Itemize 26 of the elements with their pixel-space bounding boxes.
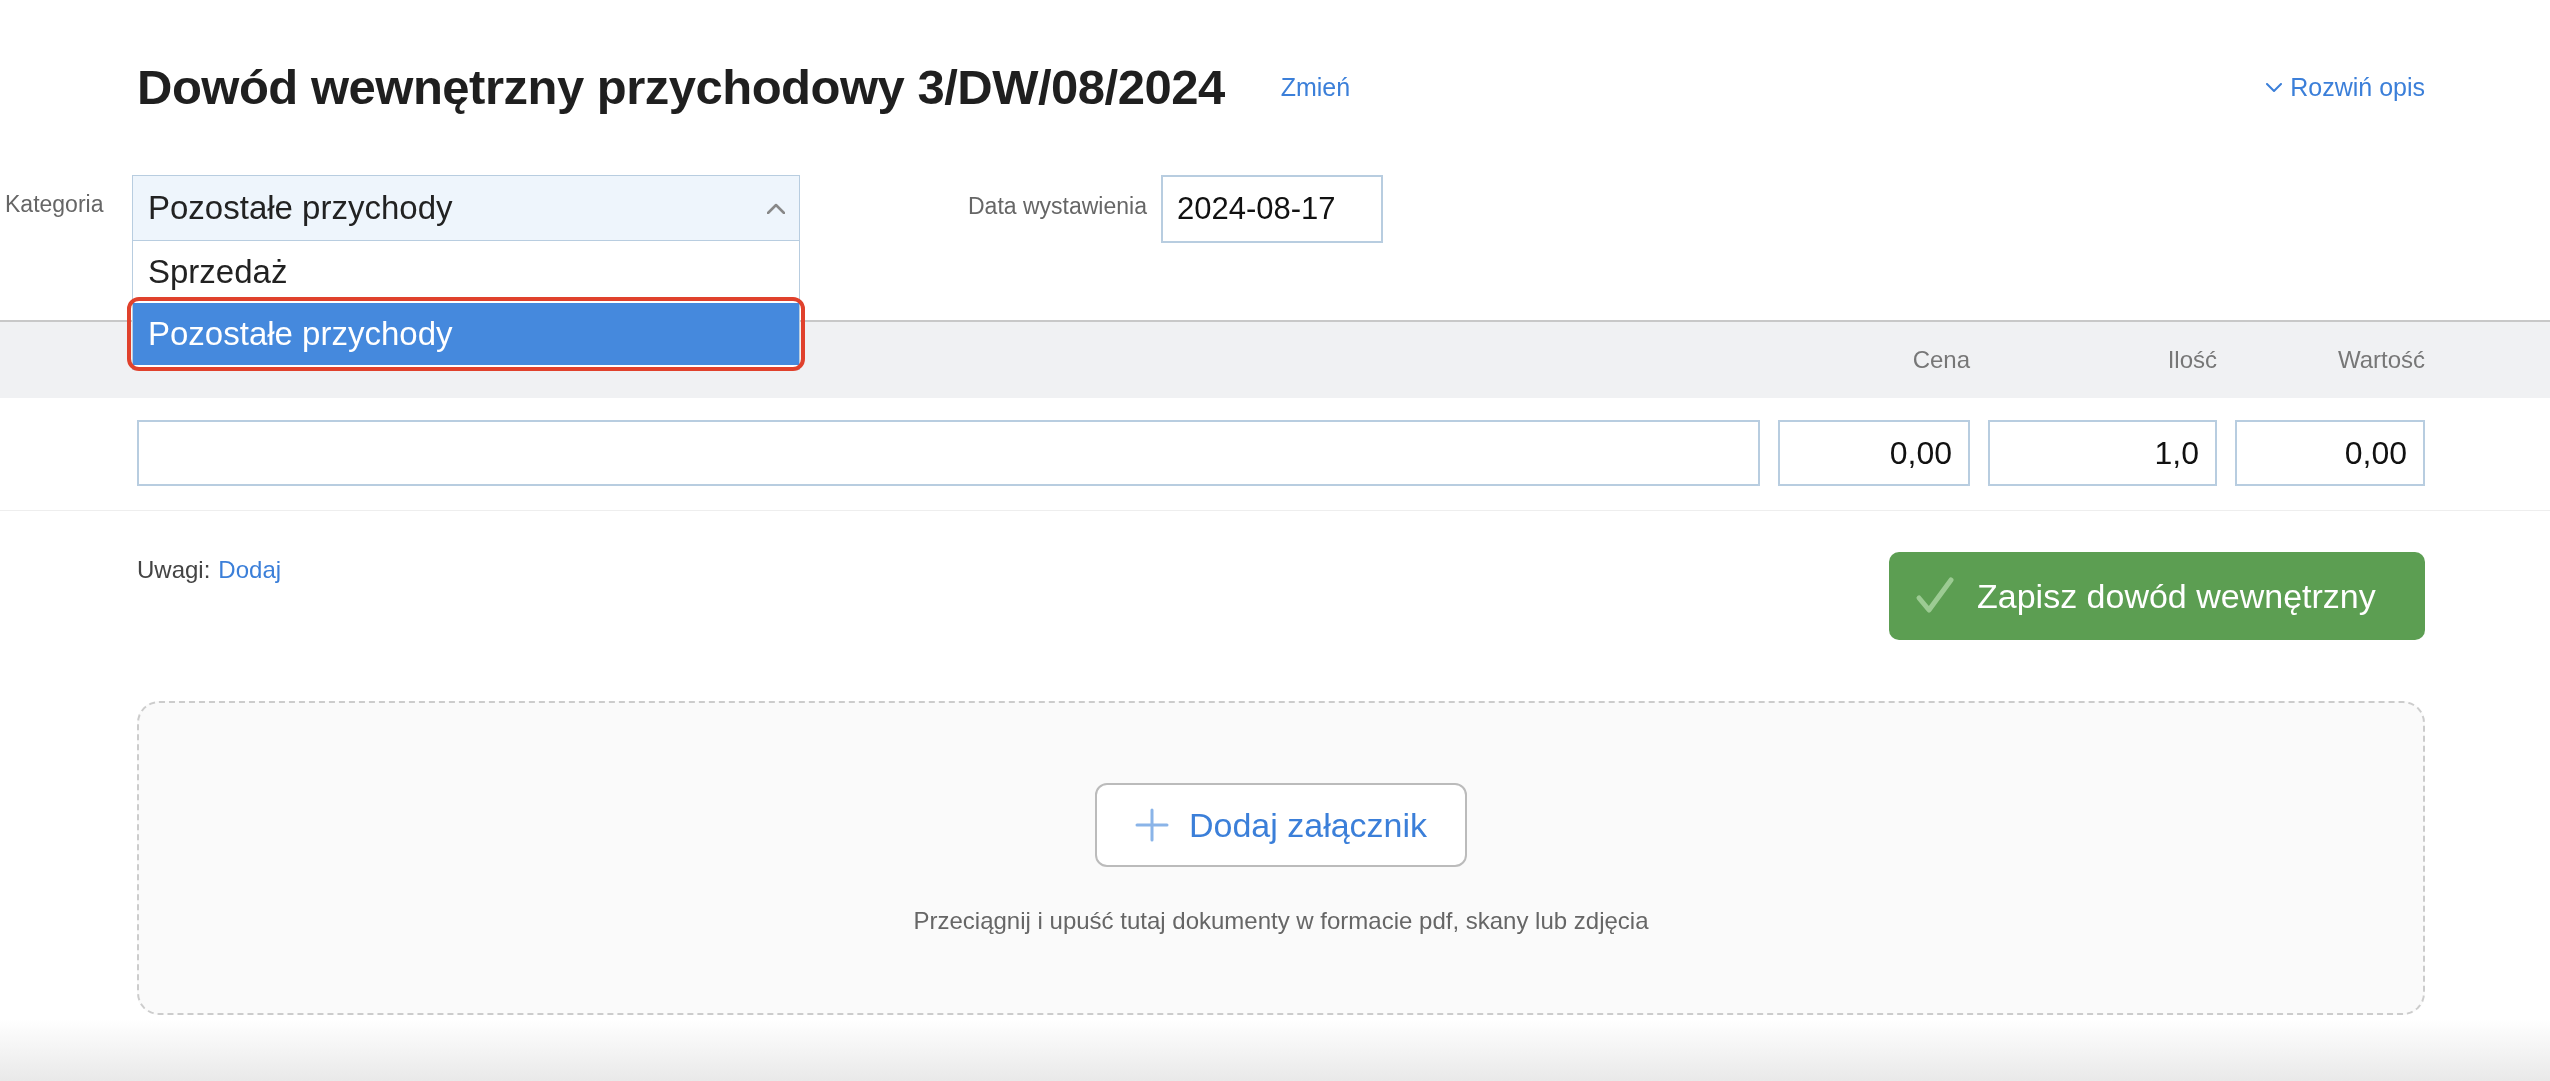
dropdown-option[interactable]: Sprzedaż [133, 241, 799, 303]
attachment-dropzone[interactable]: Dodaj załącznik Przeciągnij i upuść tutaj dokumenty w formacie pdf, skany lub zdjęcia [137, 701, 2425, 1015]
expand-description-link[interactable]: Rozwiń opis [2266, 68, 2425, 107]
number-field[interactable]: 1,0 [1988, 420, 2217, 486]
page-title: Dowód wewnętrzny przychodowy 3/DW/08/2024 [137, 59, 1225, 116]
chevron-down-icon [2266, 82, 2283, 93]
column-header: Cena [1911, 345, 1970, 375]
change-link[interactable]: Zmień [1280, 68, 1351, 107]
category-label: Kategoria [4, 190, 105, 219]
add-attachment-button[interactable]: Dodaj załącznik [1095, 783, 1467, 867]
category-select[interactable]: Pozostałe przychody [132, 175, 800, 241]
chevron-up-icon [767, 202, 785, 214]
number-field[interactable]: 0,00 [2235, 420, 2425, 486]
check-icon [1915, 576, 1955, 616]
notes-label: Uwagi: [137, 555, 211, 585]
column-header: Ilość [2166, 345, 2217, 375]
description-field[interactable] [137, 420, 1760, 486]
issue-date-label: Data wystawienia [968, 192, 1147, 221]
column-header: Wartość [2336, 345, 2425, 375]
dropdown-option[interactable]: Pozostałe przychody [133, 303, 799, 365]
add-notes-link[interactable]: Dodaj [218, 552, 282, 640]
plus-icon [1134, 808, 1169, 842]
save-button[interactable]: Zapisz dowód wewnętrzny [1889, 552, 2425, 640]
dropzone-hint: Przeciągnij i upuść tutaj dokumenty w formacie pdf, skany lub zdjęcia [913, 906, 1649, 936]
date-field[interactable]: 2024-08-17 [1160, 175, 1383, 243]
number-field[interactable]: 0,00 [1778, 420, 1970, 486]
